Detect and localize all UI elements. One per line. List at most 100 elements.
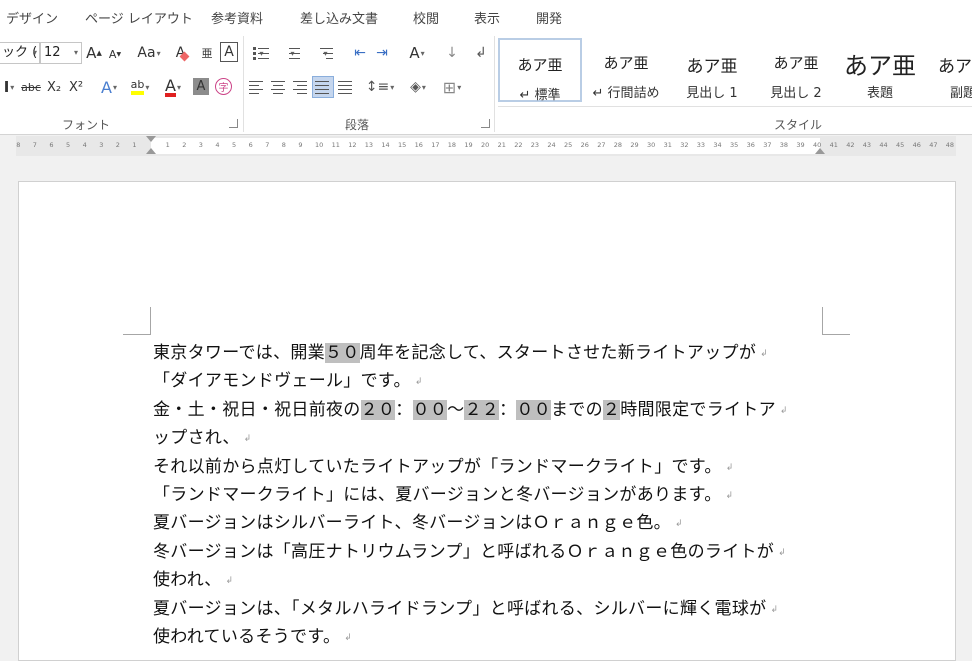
ruler-number: 1 [165, 141, 170, 149]
paragraph[interactable]: 金・土・祝日・祝日前夜の２０：００～２２：００までの２時間限定でライトア ↲ [153, 398, 833, 426]
font-name-value: ック ( [2, 45, 38, 60]
font-name-combo[interactable]: ック ( [0, 42, 40, 64]
paragraph[interactable]: 夏バージョンは、「メタルハライドランプ」と呼ばれる、シルバーに輝く電球が ↲ [153, 597, 833, 625]
clear-formatting-button[interactable]: A [172, 43, 192, 63]
show-formatting-marks-button[interactable]: ↲ [471, 43, 491, 63]
increase-indent-button[interactable]: ⇥ [372, 43, 392, 63]
first-line-indent-marker[interactable] [146, 136, 156, 142]
numbering-button[interactable] [279, 43, 305, 63]
align-left-button[interactable] [248, 77, 266, 97]
paragraph-mark-icon: ↲ [344, 632, 353, 643]
gallery-divider [498, 106, 972, 107]
paragraph-mark-icon: ↲ [778, 547, 786, 558]
style-sample: あア [938, 57, 972, 77]
strikethrough-button[interactable]: abc [20, 77, 42, 97]
paragraph-mark-icon: ↲ [779, 405, 788, 416]
shrink-font-button[interactable]: A ▼ [108, 45, 122, 63]
decrease-indent-button[interactable]: ⇤ [350, 43, 370, 63]
bullets-icon [253, 46, 269, 60]
paragraph[interactable]: ップされ、 ↲ [153, 426, 833, 454]
align-right-button[interactable] [292, 77, 310, 97]
tab-view[interactable]: 表示 [474, 8, 500, 27]
ruler-number: 27 [597, 141, 606, 149]
style-normal[interactable]: あア亜 ↵ 標準 [498, 38, 582, 103]
text-effects-button[interactable]: A [96, 77, 122, 97]
text-run: ： [395, 399, 413, 420]
paragraph[interactable]: 「ダイアモンドヴェール」です。 ↲ [153, 369, 833, 397]
underline-button[interactable]: I [0, 77, 18, 97]
font-size-combo[interactable]: 12 [40, 42, 82, 64]
paragraph[interactable]: 冬バージョンは「高圧ナトリウムランプ」と呼ばれるＯｒａｎｇｅ色のライトが ↲ [153, 540, 833, 568]
style-heading-2[interactable]: あア亜 見出し 2 [754, 38, 838, 102]
ruler-number: 37 [763, 141, 772, 149]
character-border-button[interactable]: A [220, 42, 238, 62]
paragraph-mark-icon: ↲ [414, 377, 423, 388]
paragraph-dialog-launcher-icon[interactable] [481, 119, 490, 128]
phonetic-guide-button[interactable]: 亜 [198, 43, 216, 63]
paragraph[interactable]: 「ランドマークライト」には、夏バージョンと冬バージョンがあります。 ↲ [153, 483, 833, 511]
tab-review[interactable]: 校閲 [413, 8, 439, 27]
style-sample: あア亜 [517, 56, 563, 74]
enclose-characters-button[interactable]: 字 [215, 78, 232, 95]
ruler-number: 4 [82, 141, 87, 149]
font-dialog-launcher-icon[interactable] [229, 119, 238, 128]
highlight-color-button[interactable]: ab [125, 77, 155, 97]
ruler-number: 44 [879, 141, 888, 149]
borders-button[interactable]: ⊞ [437, 77, 467, 97]
multilevel-list-button[interactable] [312, 43, 338, 63]
style-heading-1[interactable]: あア亜 見出し 1 [670, 38, 754, 102]
shaded-text-run: ００ [516, 399, 551, 420]
strikethrough-icon: abc [21, 80, 41, 94]
tab-references[interactable]: 参考資料 [211, 8, 263, 27]
style-title[interactable]: あア亜 表題 [838, 38, 922, 102]
tab-design[interactable]: デザイン [6, 8, 58, 27]
sort-icon: ↓ [446, 45, 458, 61]
distributed-button[interactable] [337, 77, 355, 97]
text-run: 「ダイアモンドヴェール」です。 [153, 371, 411, 392]
change-case-button[interactable]: Aa [134, 43, 164, 63]
document-body[interactable]: 東京タワーでは、開業５０周年を記念して、スタートさせた新ライトアップが ↲ 「ダイア… [153, 341, 833, 653]
superscript-button[interactable]: X² [67, 77, 85, 97]
ruler-number: 22 [514, 141, 523, 149]
paragraph[interactable]: それ以前から点灯していたライトアップが「ランドマークライト」です。 ↲ [153, 455, 833, 483]
style-name: ↵ 行間詰め [592, 86, 660, 101]
distributed-icon [338, 80, 354, 94]
ruler-number: 24 [547, 141, 556, 149]
character-shading-button[interactable]: A [193, 78, 209, 95]
line-spacing-button[interactable]: ↕≡ [365, 77, 395, 97]
tab-developer[interactable]: 開発 [536, 8, 562, 27]
asian-layout-button[interactable]: A [402, 43, 432, 63]
ruler-number: 4 [215, 141, 220, 149]
paragraph-mark-icon: ↲ [760, 349, 768, 359]
font-color-button[interactable]: A [158, 77, 188, 97]
grow-font-button[interactable]: A ▲ [86, 43, 102, 63]
sort-button[interactable]: ↓ [442, 43, 462, 63]
paragraph[interactable]: 使われているそうです。 ↲ [153, 625, 833, 653]
hanging-indent-marker[interactable] [146, 148, 156, 154]
tab-page-layout[interactable]: ページ レイアウト [85, 8, 193, 27]
shaded-text-run: ２０ [360, 399, 396, 420]
subscript-button[interactable]: X₂ [45, 77, 63, 97]
paragraph[interactable]: 夏バージョンはシルバーライト、冬バージョンはＯｒａｎｇｅ色。 ↲ [153, 511, 833, 539]
ruler-number: 11 [331, 141, 340, 149]
shading-button[interactable]: ◈ [403, 77, 433, 97]
justify-button[interactable] [312, 76, 334, 98]
ruler-number: 5 [66, 141, 71, 149]
ruler-number: 12 [348, 141, 357, 149]
multilevel-list-icon [317, 46, 333, 60]
phonetic-guide-icon: 亜 [201, 47, 213, 60]
ruler-number: 48 [945, 141, 955, 149]
paragraph[interactable]: 東京タワーでは、開業５０周年を記念して、スタートさせた新ライトアップが ↲ [153, 341, 833, 369]
bullets-button[interactable] [248, 43, 274, 63]
style-subtitle[interactable]: あア 副題 [926, 38, 972, 102]
asian-layout-icon: A [409, 44, 420, 62]
horizontal-ruler[interactable]: 8 7 6 5 4 3 2 1 1 2 3 4 5 6 7 8 9 10 11 12 13 14 15 16 17 18 19 20 2… [16, 136, 956, 156]
style-sample: あア亜 [773, 54, 819, 72]
ribbon-tab-bar: デザイン ページ レイアウト 参考資料 差し込み文書 校閲 表示 開発 [0, 0, 972, 32]
ruler-number: 7 [32, 141, 37, 149]
tab-mailings[interactable]: 差し込み文書 [300, 8, 378, 27]
align-center-button[interactable] [270, 77, 288, 97]
right-indent-marker[interactable] [815, 148, 825, 154]
style-no-spacing[interactable]: あア亜 ↵ 行間詰め [584, 38, 668, 102]
paragraph[interactable]: 使われ、 ↲ [153, 568, 833, 596]
